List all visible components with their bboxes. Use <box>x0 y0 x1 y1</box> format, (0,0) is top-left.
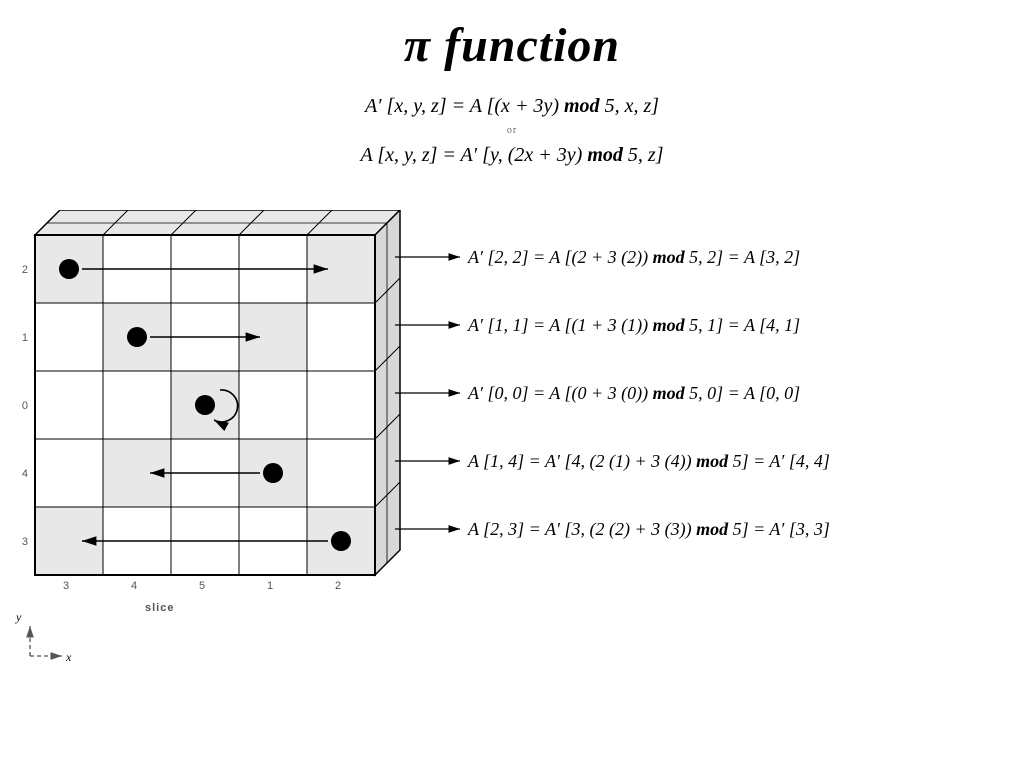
equation-row: A [1, 4] = A′ [4, (2 (1) + 3 (4)) mod 5]… <box>468 451 830 472</box>
cube-top-face <box>35 210 400 235</box>
axis-x-label: x <box>66 650 71 665</box>
diagram-title: π function <box>0 18 1024 73</box>
formula-line-2: A [x, y, z] = A′ [y, (2x + 3y) mod 5, z] <box>0 140 1024 170</box>
grid-svg <box>20 210 440 630</box>
connector-svg <box>395 210 475 610</box>
dot-icon <box>263 463 283 483</box>
equation-row: A [2, 3] = A′ [3, (2 (2) + 3 (3)) mod 5]… <box>468 519 830 540</box>
axes-icon <box>12 618 82 668</box>
formula-or: or <box>0 123 1024 138</box>
equation-row: A′ [2, 2] = A [(2 + 3 (2)) mod 5, 2] = A… <box>468 247 800 268</box>
dot-icon <box>331 531 351 551</box>
axis-y-label: y <box>16 610 21 625</box>
equation-row: A′ [1, 1] = A [(1 + 3 (1)) mod 5, 1] = A… <box>468 315 800 336</box>
dot-icon <box>195 395 215 415</box>
dot-icon <box>59 259 79 279</box>
formula-line-1: A′ [x, y, z] = A [(x + 3y) mod 5, x, z] <box>0 91 1024 121</box>
dot-icon <box>127 327 147 347</box>
equation-row: A′ [0, 0] = A [(0 + 3 (0)) mod 5, 0] = A… <box>468 383 800 404</box>
formula-block: A′ [x, y, z] = A [(x + 3y) mod 5, x, z] … <box>0 91 1024 170</box>
diagram-area: 2 1 0 4 3 3 4 5 1 2 slice <box>0 210 1024 710</box>
grid-front <box>35 235 375 575</box>
